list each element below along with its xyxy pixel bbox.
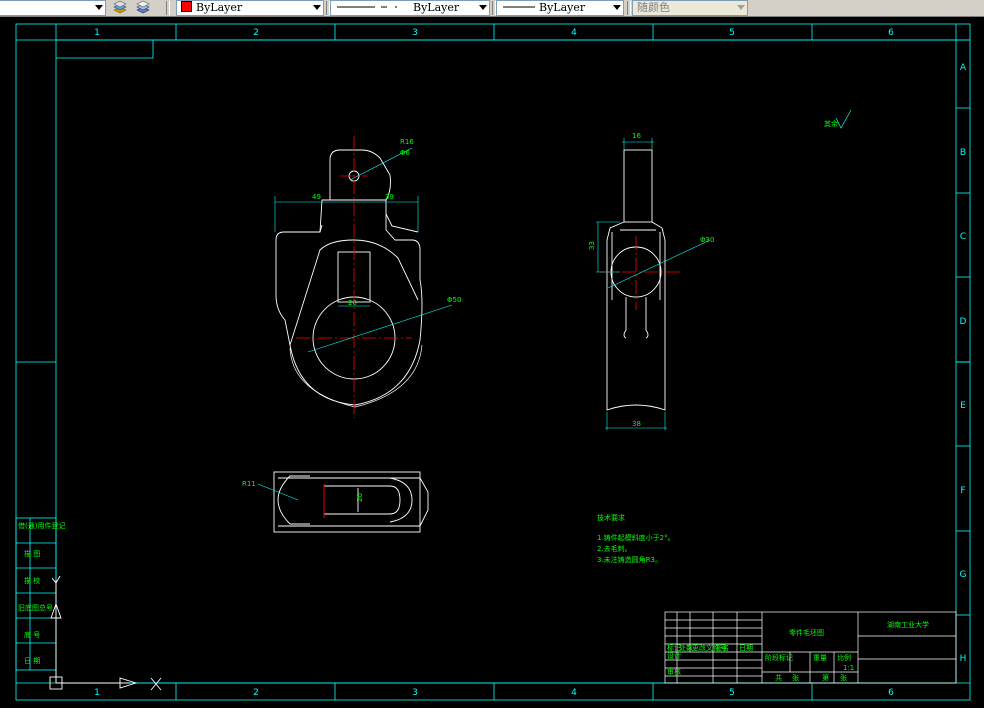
- tb-label-5: 设计: [667, 651, 681, 660]
- roughness-label: 其余: [824, 119, 838, 128]
- dim-r16: R16: [400, 138, 414, 146]
- roughness-check-icon: [835, 109, 852, 129]
- tech-item-1: 1.铸件起模斜度小于2°。: [597, 533, 675, 542]
- dim-phi30: Φ30: [700, 236, 714, 244]
- linetype-dropdown-value: ByLayer: [413, 1, 460, 14]
- zone-row-g: G: [960, 570, 967, 580]
- zone-row-c: C: [960, 232, 966, 242]
- zone-col-5: 5: [729, 28, 735, 38]
- tb-label-11: 张: [792, 673, 799, 682]
- dim-20: 20: [348, 299, 357, 307]
- zone-row-h: H: [960, 654, 967, 664]
- toolbar-separator: [627, 1, 631, 15]
- zone-labels: 1 2 3 4 5 6 1 2 3 4 5 6 A B C D E F G H: [94, 28, 967, 698]
- zone-row-b: B: [960, 148, 966, 158]
- dim-49: 49: [312, 193, 321, 201]
- tb-label-8: 重量: [813, 654, 827, 662]
- layer-previous-icon[interactable]: [135, 0, 151, 16]
- side-view-dimensions: [596, 138, 711, 430]
- zone-col-6: 6: [888, 28, 894, 38]
- zone-col-2: 2: [253, 28, 259, 38]
- front-view-dimensions: [274, 147, 453, 353]
- dim-r11: R11: [242, 480, 256, 488]
- toolbar-separator: [166, 1, 170, 15]
- dim-16: 16: [632, 132, 641, 140]
- left-label-1: 描 图: [24, 549, 40, 558]
- left-label-0: 借(通)用件登记: [18, 521, 65, 530]
- color-dropdown[interactable]: ByLayer: [176, 0, 324, 16]
- chevron-down-icon: [95, 5, 103, 10]
- roughness-symbol: 其余: [824, 109, 852, 129]
- tb-label-7: 阶段标记: [765, 653, 793, 662]
- drawing-canvas[interactable]: 1 2 3 4 5 6 1 2 3 4 5 6 A B C D E F G H …: [0, 17, 984, 704]
- zone-col-3-bottom: 3: [412, 688, 418, 698]
- zone-row-f: F: [960, 486, 965, 496]
- plotstyle-dropdown: 随颜色: [632, 0, 748, 16]
- lineweight-dropdown-value: ByLayer: [539, 1, 586, 14]
- zone-row-a: A: [960, 63, 967, 73]
- tb-label-12: 第: [822, 673, 829, 682]
- left-label-4: 底 号: [24, 630, 40, 639]
- left-label-5: 日 期: [24, 657, 40, 665]
- tech-title: 技术要求: [597, 513, 625, 522]
- part-name: 零件毛坯图: [789, 628, 824, 637]
- left-label-3: 旧底图总号: [18, 603, 53, 612]
- zone-col-2-bottom: 2: [253, 688, 259, 698]
- dim-phi50: Φ50: [447, 296, 461, 304]
- dim-20b: 20: [356, 493, 364, 502]
- top-view: [273, 471, 429, 533]
- chevron-down-icon: [737, 5, 745, 10]
- properties-toolbar: ByLayer ByLayer ByLayer 随颜色: [0, 0, 984, 17]
- zone-row-e: E: [960, 401, 966, 411]
- school-name: 湖南工业大学: [887, 620, 929, 629]
- zone-row-d: D: [960, 317, 967, 327]
- zone-col-4-bottom: 4: [571, 688, 577, 698]
- front-view-centerlines: [296, 136, 412, 418]
- left-label-2: 描 校: [24, 576, 40, 585]
- tb-label-9: 比例: [837, 653, 851, 662]
- layer-dropdown[interactable]: [0, 0, 106, 16]
- front-view: [275, 149, 423, 408]
- zone-col-5-bottom: 5: [729, 688, 735, 698]
- linetype-preview-icon: [337, 6, 397, 8]
- zone-col-3: 3: [412, 28, 418, 38]
- chevron-down-icon: [313, 5, 321, 10]
- tech-item-2: 2.去毛刺。: [597, 544, 632, 553]
- plotstyle-dropdown-value: 随颜色: [637, 1, 670, 14]
- zone-col-4: 4: [571, 28, 577, 38]
- lineweight-preview-icon: [503, 6, 535, 8]
- drawing-svg[interactable]: 1 2 3 4 5 6 1 2 3 4 5 6 A B C D E F G H …: [0, 17, 984, 704]
- scale-value: 1:1: [843, 664, 854, 672]
- chevron-down-icon: [479, 5, 487, 10]
- tech-item-3: 3.未注铸造圆角R3。: [597, 555, 662, 564]
- layer-states-icon[interactable]: [112, 0, 128, 16]
- dim-39: 39: [385, 193, 394, 201]
- color-dropdown-value: ByLayer: [196, 1, 243, 14]
- tb-label-13: 张: [840, 673, 847, 682]
- chevron-down-icon: [613, 5, 621, 10]
- zone-col-1: 1: [94, 28, 100, 38]
- zone-col-6-bottom: 6: [888, 688, 894, 698]
- tb-label-10: 共: [775, 673, 782, 682]
- tb-label-6: 审核: [667, 667, 681, 676]
- tb-label-3: 签名: [715, 643, 729, 652]
- dim-phi6: Φ6: [400, 149, 411, 157]
- zone-col-1-bottom: 1: [94, 688, 100, 698]
- lineweight-dropdown[interactable]: ByLayer: [496, 0, 624, 16]
- dim-33: 33: [588, 241, 596, 250]
- tech-requirements: 技术要求 1.铸件起模斜度小于2°。 2.去毛刺。 3.未注铸造圆角R3。: [597, 513, 675, 564]
- linetype-dropdown[interactable]: ByLayer: [330, 0, 490, 16]
- color-swatch: [181, 1, 192, 12]
- ucs-icon: [49, 575, 162, 691]
- dim-38: 38: [632, 420, 641, 428]
- tb-label-1: 处数: [679, 643, 693, 652]
- tb-label-4: 日期: [739, 644, 753, 652]
